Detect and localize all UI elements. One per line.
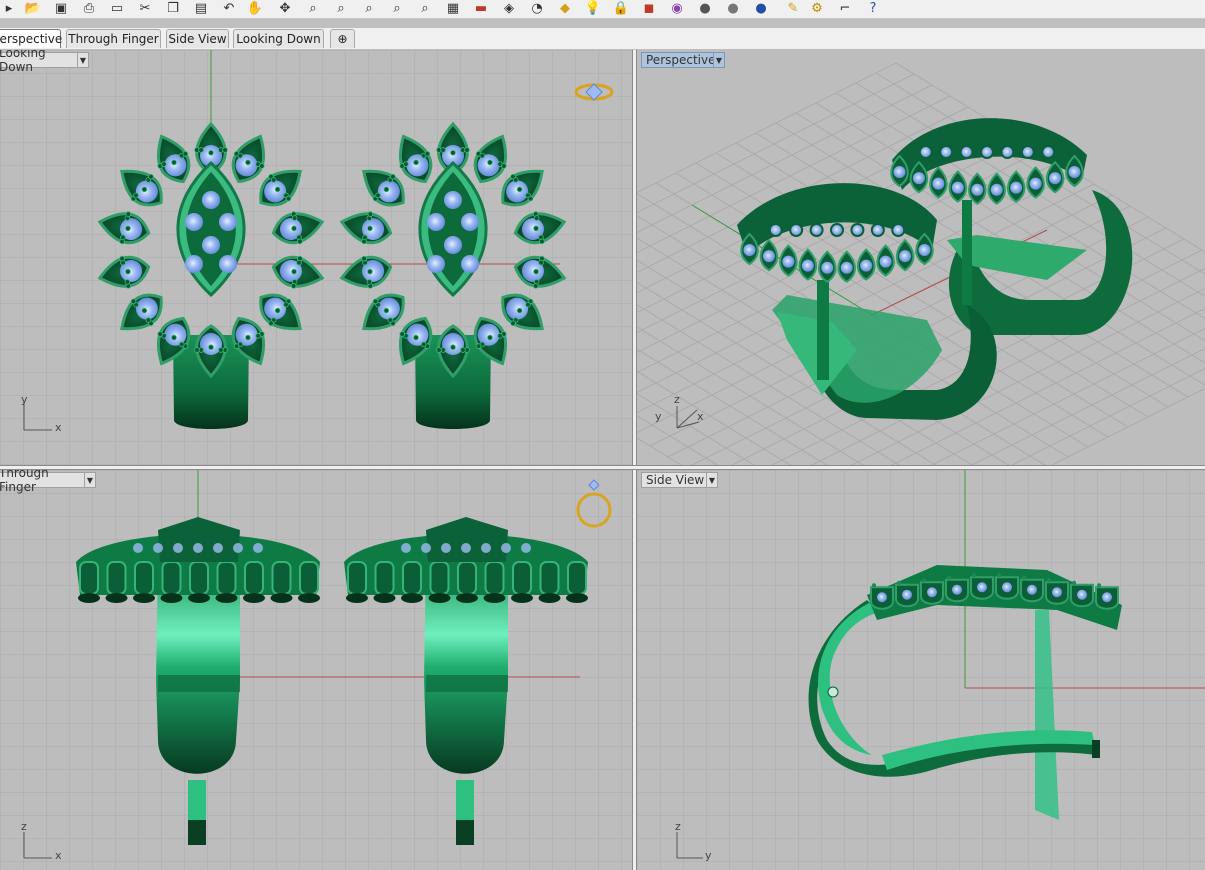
main-toolbar: ▸ 📂 ▣ ⎙ ▭ ✂ ❐ ▤ ↶ ✋ ✥ ⌕ ⌕ ⌕ ⌕ ⌕ ▦ ▬ ◈ ◔ … [0, 0, 1205, 19]
viewport-dropdown-icon[interactable]: ▼ [84, 472, 96, 488]
gear-icon[interactable]: ⚙ [808, 0, 826, 17]
camera-icon[interactable]: ◈ [500, 0, 518, 17]
light-icon[interactable]: 💡 [584, 0, 602, 17]
axis-label-x: x [55, 421, 62, 434]
tab-perspective[interactable]: Perspective [0, 29, 62, 48]
viewport-looking-down[interactable]: Looking Down ▼ y x [0, 50, 632, 465]
car-icon[interactable]: ▬ [472, 0, 490, 17]
zoom-all-icon[interactable]: ⌕ [416, 0, 434, 17]
layers-icon[interactable]: ◆ [556, 0, 574, 17]
axis-label-y: y [655, 410, 662, 423]
viewport-side-view[interactable]: Side View ▼ z y [637, 470, 1205, 870]
viewport-dropdown-icon[interactable]: ▼ [706, 472, 718, 488]
axis-label-z: z [674, 393, 680, 406]
viewport-splitter-vertical[interactable] [632, 50, 637, 870]
zoom-window-icon[interactable]: ⌕ [332, 0, 350, 17]
viewport-label-looking-down[interactable]: Looking Down [0, 50, 78, 74]
zoom-dynamic-icon[interactable]: ⌕ [304, 0, 322, 17]
viewport-perspective[interactable]: Perspective ▼ z y x [637, 50, 1205, 465]
zoom-selected-icon[interactable]: ⌕ [388, 0, 406, 17]
axis-label-z: z [675, 820, 681, 833]
print-icon[interactable]: ⎙ [80, 0, 98, 17]
viewport-label-perspective[interactable]: Perspective [641, 52, 719, 68]
curve-tool-icon[interactable]: ⌐ [836, 0, 854, 17]
material-icon[interactable]: ◼ [640, 0, 658, 17]
axis-label-x: x [55, 849, 62, 862]
open-icon[interactable]: 📂 [24, 0, 42, 17]
zoom-extents-icon[interactable]: ⌕ [360, 0, 378, 17]
axis-label-z: z [21, 820, 27, 833]
environment-sphere-icon[interactable]: ● [752, 0, 770, 17]
grid-icon[interactable]: ▦ [444, 0, 462, 17]
viewport-dropdown-icon[interactable]: ▼ [713, 52, 725, 68]
viewport-tab-bar: Perspective Through Finger Side View Loo… [0, 28, 1205, 49]
dimension-icon[interactable]: ◔ [528, 0, 546, 17]
tab-side-view[interactable]: Side View [166, 29, 229, 48]
axis-label-y: y [21, 393, 28, 406]
save-icon[interactable]: ▣ [52, 0, 70, 17]
axis-label-y: y [705, 849, 712, 862]
rotate-view-icon[interactable]: ✥ [276, 0, 294, 17]
tab-looking-down[interactable]: Looking Down [233, 29, 324, 48]
copy-icon[interactable]: ❐ [164, 0, 182, 17]
axis-widget [676, 406, 700, 429]
paste-icon[interactable]: ▤ [192, 0, 210, 17]
pan-icon[interactable]: ✋ [246, 0, 264, 17]
viewport-splitter-horizontal[interactable] [0, 465, 1205, 470]
help-icon[interactable]: ? [864, 0, 882, 17]
viewport-label-through-finger[interactable]: Through Finger [0, 470, 85, 494]
lock-icon[interactable]: 🔒 [612, 0, 630, 17]
undo-icon[interactable]: ↶ [220, 0, 238, 17]
render-preview-icon[interactable]: ● [724, 0, 742, 17]
axis-label-x: x [697, 410, 704, 423]
viewport-dropdown-icon[interactable]: ▼ [77, 52, 89, 68]
render-sphere-icon[interactable]: ● [696, 0, 714, 17]
new-icon[interactable]: ▭ [108, 0, 126, 17]
add-tab-button[interactable]: ⊕ [330, 29, 355, 48]
pencil-icon[interactable]: ✎ [784, 0, 802, 17]
cut-icon[interactable]: ✂ [136, 0, 154, 17]
color-wheel-icon[interactable]: ◉ [668, 0, 686, 17]
viewport-through-finger[interactable]: Through Finger ▼ z x [0, 470, 632, 870]
tab-through-finger[interactable]: Through Finger [66, 29, 161, 48]
viewport-label-side-view[interactable]: Side View [641, 472, 713, 488]
select-icon[interactable]: ▸ [0, 0, 18, 17]
